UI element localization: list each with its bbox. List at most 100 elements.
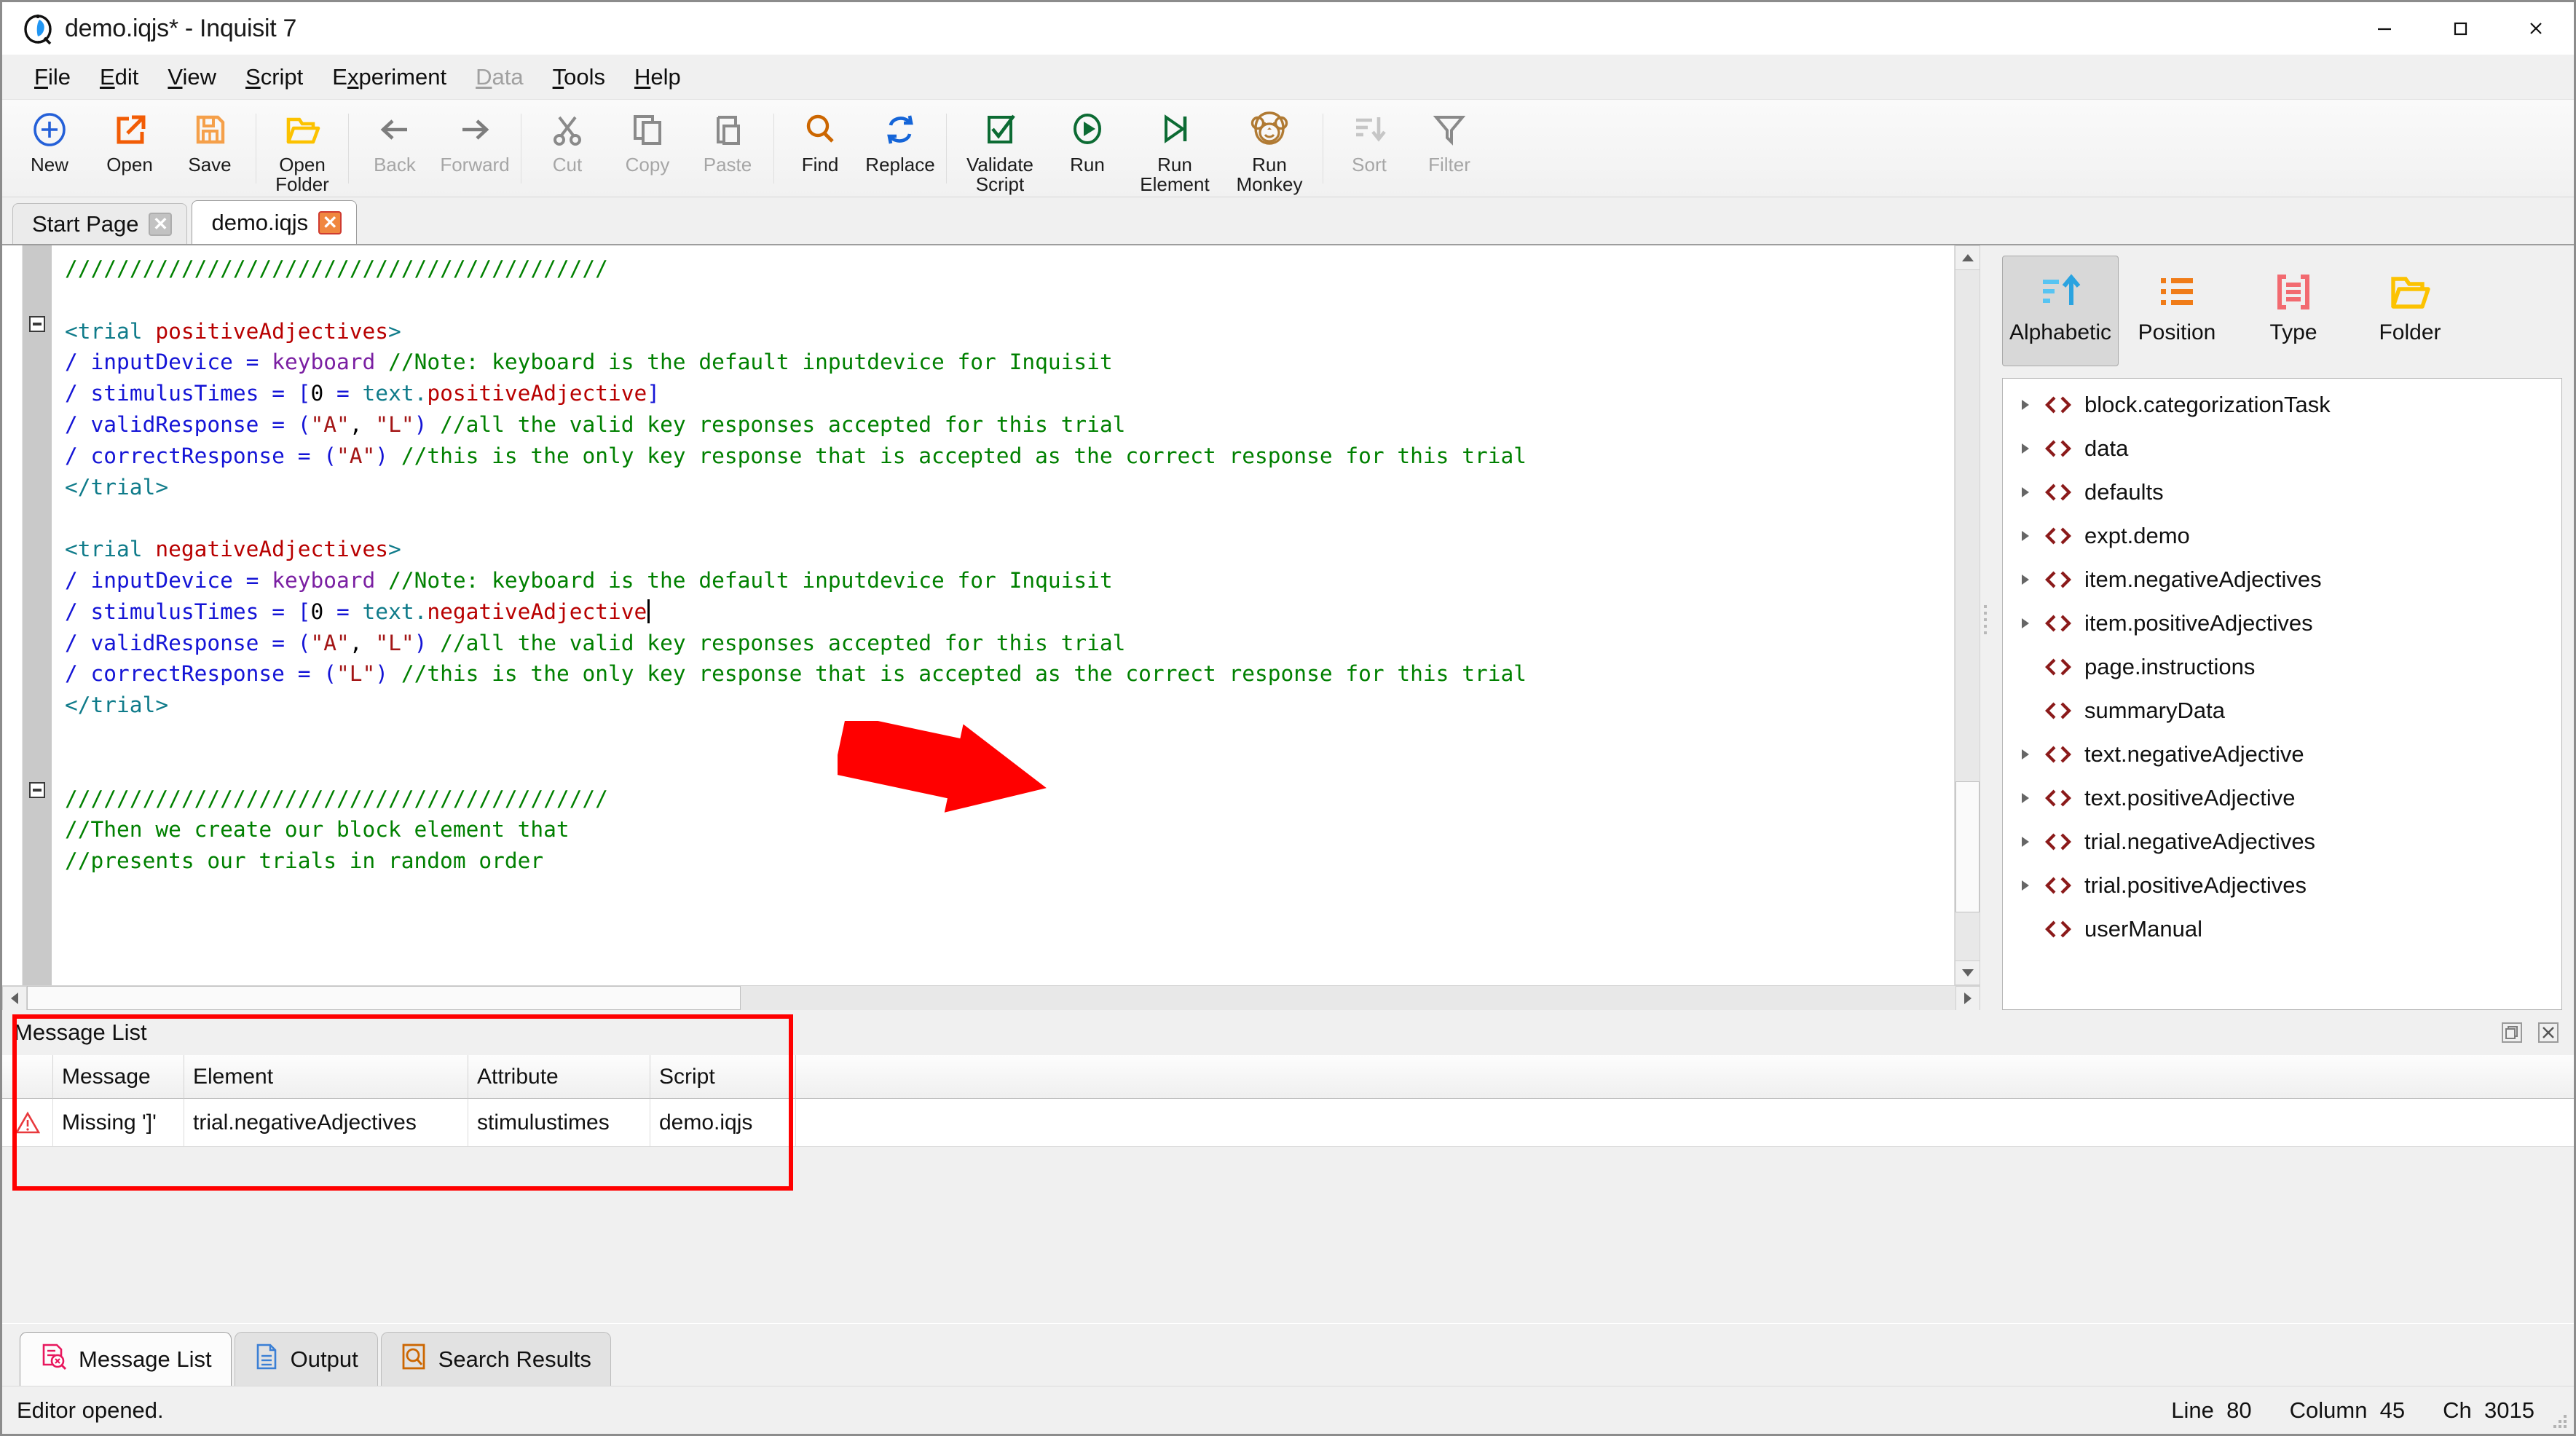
save-button[interactable]: Save bbox=[170, 100, 250, 193]
list-item[interactable]: block.categorizationTask bbox=[2003, 383, 2561, 427]
resize-grip-icon[interactable] bbox=[2551, 1412, 2567, 1428]
run-element-button[interactable]: Run Element bbox=[1127, 100, 1222, 194]
new-button[interactable]: New bbox=[9, 100, 90, 193]
code-token: / bbox=[65, 599, 91, 624]
search-results-icon bbox=[401, 1343, 427, 1376]
code-token: > bbox=[388, 318, 401, 344]
code-token: [ bbox=[297, 381, 311, 406]
element-explorer-pane: Alphabetic Position Type Folder block.ca… bbox=[1990, 245, 2574, 1010]
menu-tools[interactable]: Tools bbox=[538, 61, 620, 93]
menu-file[interactable]: File bbox=[20, 61, 85, 93]
run-monkey-button[interactable]: Run Monkey bbox=[1222, 100, 1317, 194]
chevron-right-icon[interactable] bbox=[2013, 791, 2038, 805]
list-item[interactable]: trial.positiveAdjectives bbox=[2003, 864, 2561, 907]
list-item[interactable]: item.positiveAdjectives bbox=[2003, 601, 2561, 645]
list-item[interactable]: expt.demo bbox=[2003, 514, 2561, 558]
scroll-track[interactable] bbox=[1955, 270, 1980, 960]
tab-message-list-label: Message List bbox=[79, 1346, 212, 1372]
minimize-button[interactable] bbox=[2347, 2, 2422, 55]
chevron-right-icon[interactable] bbox=[2013, 747, 2038, 762]
editor-body: ////////////////////////////////////////… bbox=[2, 245, 1980, 985]
chevron-right-icon[interactable] bbox=[2013, 485, 2038, 500]
chevron-right-icon[interactable] bbox=[2013, 398, 2038, 412]
replace-button[interactable]: Replace bbox=[860, 100, 940, 193]
status-column: Column 45 bbox=[2289, 1397, 2406, 1423]
menu-experiment[interactable]: Experiment bbox=[318, 61, 461, 93]
element-tree[interactable]: block.categorizationTask data defaults expt… bbox=[2002, 378, 2562, 1010]
close-icon[interactable]: ✕ bbox=[149, 212, 173, 236]
column-header-script[interactable]: Script bbox=[650, 1055, 796, 1099]
document-tab-demo-iqjs[interactable]: demo.iqjs ✕ bbox=[192, 200, 358, 244]
maximize-button[interactable] bbox=[2422, 2, 2498, 55]
paste-icon bbox=[708, 110, 747, 149]
open-button[interactable]: Open bbox=[90, 100, 170, 193]
menu-bar: File Edit View Script Experiment Data To… bbox=[2, 55, 2574, 100]
sort-folder-button[interactable]: Folder bbox=[2352, 256, 2468, 366]
code-line: <trial positiveAdjectives> bbox=[65, 316, 1954, 347]
menu-script[interactable]: Script bbox=[231, 61, 318, 93]
pane-splitter[interactable] bbox=[1980, 245, 1990, 1010]
editor-fold-gutter[interactable] bbox=[23, 245, 52, 985]
scroll-thumb[interactable] bbox=[1955, 781, 1980, 912]
list-item[interactable]: userManual bbox=[2003, 907, 2561, 951]
scroll-up-icon[interactable] bbox=[1955, 245, 1980, 270]
fold-toggle-negative-trial[interactable] bbox=[29, 782, 45, 798]
element-sort-toolbar: Alphabetic Position Type Folder bbox=[1990, 245, 2574, 378]
find-button[interactable]: Find bbox=[780, 100, 860, 193]
float-window-icon[interactable] bbox=[2500, 1020, 2524, 1045]
scroll-track[interactable] bbox=[27, 986, 1955, 1010]
code-line: / correctResponse = ("A") //this is the … bbox=[65, 441, 1954, 472]
scroll-down-icon[interactable] bbox=[1955, 960, 1980, 985]
editor-vertical-scrollbar[interactable] bbox=[1954, 245, 1980, 985]
tab-output[interactable]: Output bbox=[234, 1332, 378, 1386]
list-item[interactable]: trial.negativeAdjectives bbox=[2003, 820, 2561, 864]
sort-alphabetic-button[interactable]: Alphabetic bbox=[2002, 256, 2119, 366]
chevron-right-icon[interactable] bbox=[2013, 441, 2038, 456]
column-header-message[interactable]: Message bbox=[53, 1055, 184, 1099]
sort-position-button[interactable]: Position bbox=[2119, 256, 2235, 366]
error-triangle-icon bbox=[2, 1099, 53, 1147]
scroll-left-icon[interactable] bbox=[2, 986, 27, 1011]
run-button[interactable]: Run bbox=[1047, 100, 1127, 193]
tab-message-list[interactable]: Message List bbox=[20, 1332, 232, 1386]
status-message: Editor opened. bbox=[17, 1397, 164, 1423]
code-line: / correctResponse = ("L") //this is the … bbox=[65, 658, 1954, 690]
chevron-right-icon[interactable] bbox=[2013, 616, 2038, 631]
code-line: / inputDevice = keyboard //Note: keyboar… bbox=[65, 565, 1954, 596]
folder-open-icon bbox=[283, 110, 322, 149]
code-token: ( bbox=[297, 411, 311, 437]
open-folder-button[interactable]: Open Folder bbox=[262, 100, 342, 194]
close-button[interactable] bbox=[2498, 2, 2574, 55]
chevron-right-icon[interactable] bbox=[2013, 529, 2038, 543]
code-text-area[interactable]: ////////////////////////////////////////… bbox=[52, 245, 1954, 985]
list-item[interactable]: page.instructions bbox=[2003, 645, 2561, 689]
code-token: ( bbox=[323, 443, 336, 468]
list-item[interactable]: text.negativeAdjective bbox=[2003, 733, 2561, 776]
fold-toggle-positive-trial[interactable] bbox=[29, 316, 45, 332]
chevron-right-icon[interactable] bbox=[2013, 572, 2038, 587]
list-item[interactable]: item.negativeAdjectives bbox=[2003, 558, 2561, 601]
menu-help[interactable]: Help bbox=[620, 61, 696, 93]
code-line: ////////////////////////////////////////… bbox=[65, 253, 1954, 285]
menu-edit[interactable]: Edit bbox=[85, 61, 153, 93]
close-icon[interactable] bbox=[2536, 1020, 2561, 1045]
list-item[interactable]: text.positiveAdjective bbox=[2003, 776, 2561, 820]
tab-search-results[interactable]: Search Results bbox=[380, 1332, 611, 1386]
scroll-thumb[interactable] bbox=[27, 986, 741, 1010]
validate-script-button[interactable]: Validate Script bbox=[953, 100, 1047, 194]
list-item[interactable]: defaults bbox=[2003, 470, 2561, 514]
editor-horizontal-scrollbar[interactable] bbox=[2, 985, 1980, 1011]
menu-view[interactable]: View bbox=[153, 61, 231, 93]
list-item[interactable]: summaryData bbox=[2003, 689, 2561, 733]
column-header-element[interactable]: Element bbox=[184, 1055, 468, 1099]
scroll-right-icon[interactable] bbox=[1955, 986, 1980, 1011]
close-icon[interactable]: ✕ bbox=[318, 210, 342, 234]
sort-type-button[interactable]: Type bbox=[2235, 256, 2352, 366]
column-header-severity[interactable] bbox=[2, 1055, 53, 1099]
chevron-right-icon[interactable] bbox=[2013, 878, 2038, 893]
document-tab-start-page[interactable]: Start Page ✕ bbox=[12, 203, 188, 244]
table-row[interactable]: Missing ']' trial.negativeAdjectives sti… bbox=[2, 1099, 2574, 1147]
chevron-right-icon[interactable] bbox=[2013, 835, 2038, 849]
column-header-attribute[interactable]: Attribute bbox=[468, 1055, 650, 1099]
list-item[interactable]: data bbox=[2003, 427, 2561, 470]
